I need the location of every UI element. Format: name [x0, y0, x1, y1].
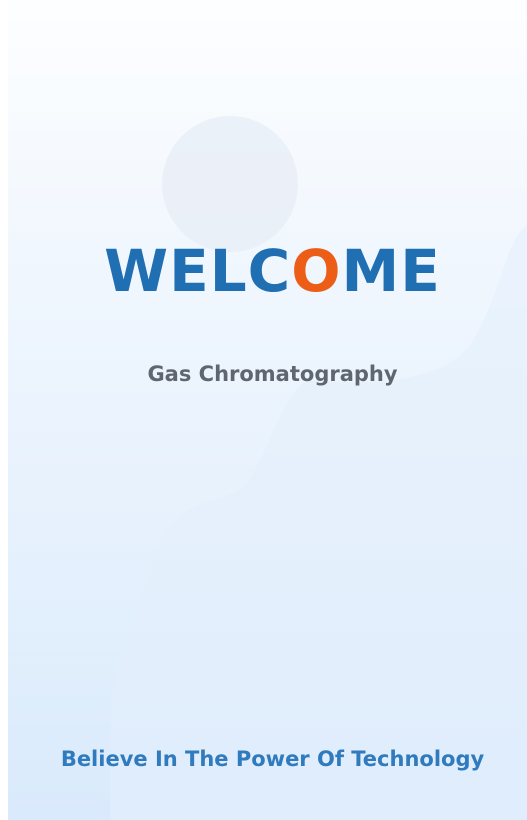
welcome-accent-letter: O	[291, 237, 342, 305]
decorative-circle	[162, 116, 298, 252]
background-decoration	[110, 116, 527, 820]
app-subtitle: Gas Chromatography	[147, 362, 398, 386]
welcome-part-3: ME	[341, 237, 441, 305]
welcome-part-1: WELC	[104, 237, 292, 305]
welcome-title: WELCOME	[0, 236, 527, 306]
decorative-wave	[110, 225, 527, 820]
tagline: Believe In The Power Of Technology	[60, 747, 485, 771]
